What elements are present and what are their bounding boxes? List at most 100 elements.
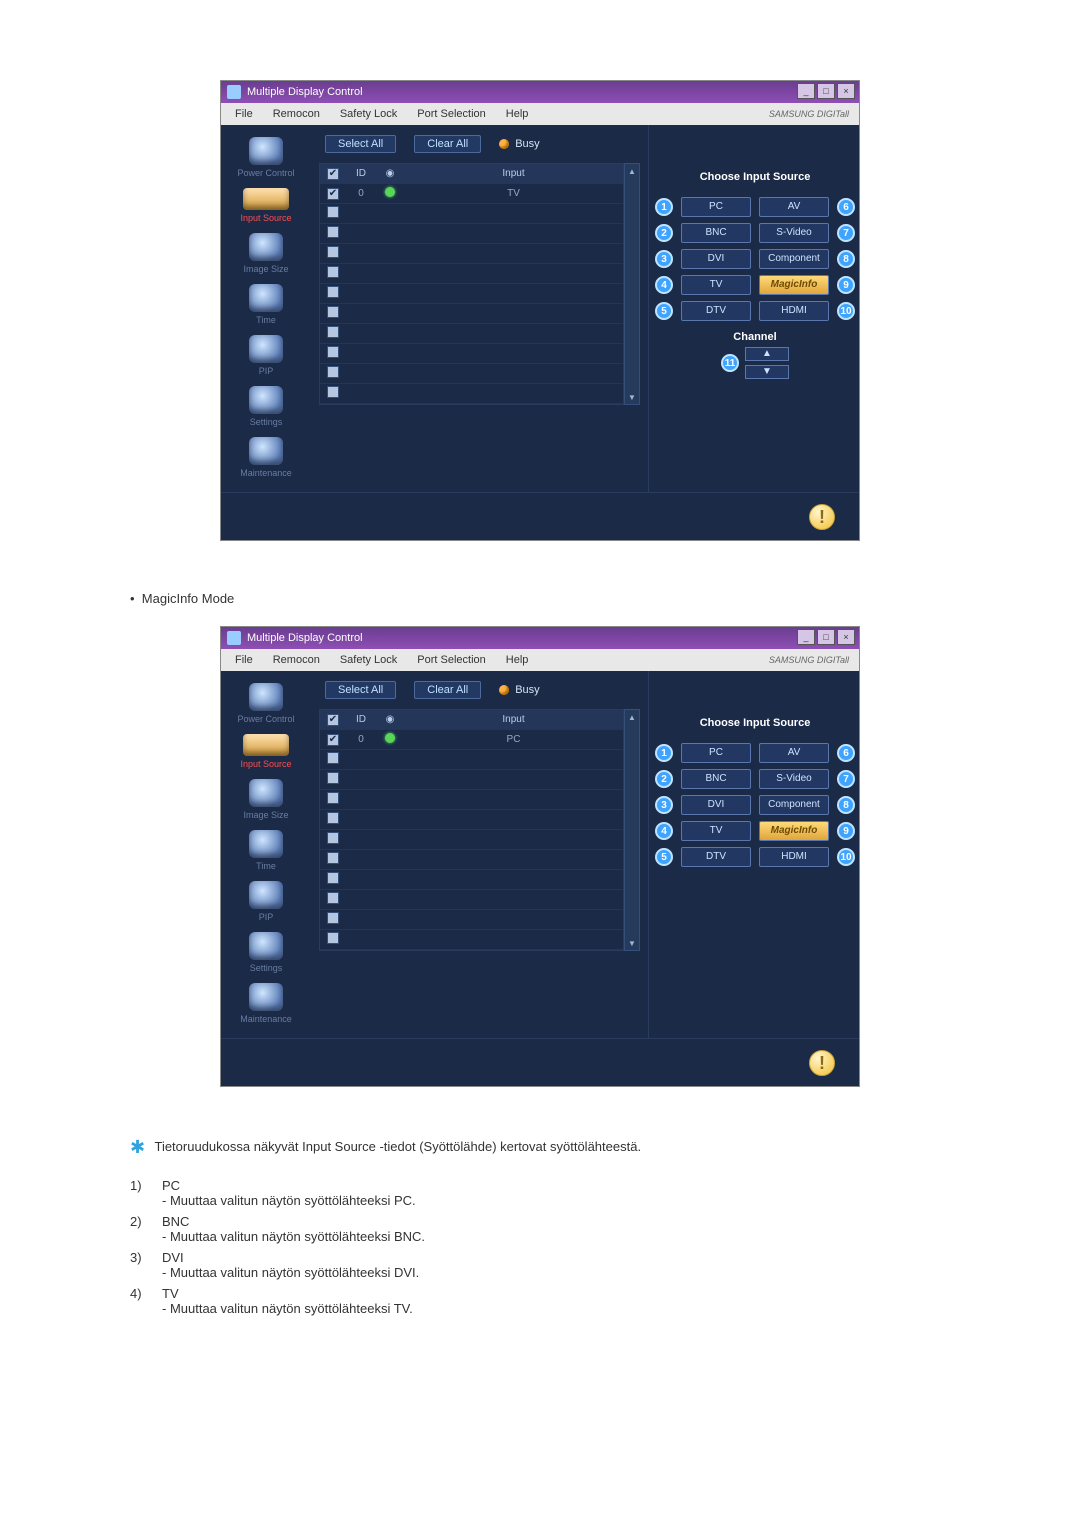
- menu-remocon[interactable]: Remocon: [263, 108, 330, 120]
- source-hdmi-button[interactable]: HDMI: [759, 301, 829, 321]
- row-checkbox[interactable]: [327, 286, 339, 298]
- table-row[interactable]: 0 TV: [320, 184, 623, 204]
- menu-port-selection[interactable]: Port Selection: [407, 654, 495, 666]
- table-scrollbar[interactable]: ▲ ▼: [624, 709, 640, 951]
- row-checkbox[interactable]: [327, 326, 339, 338]
- scroll-down-icon[interactable]: ▼: [625, 390, 639, 404]
- table-row[interactable]: [320, 790, 623, 810]
- source-pc-button[interactable]: PC: [681, 197, 751, 217]
- table-row[interactable]: [320, 304, 623, 324]
- table-row[interactable]: [320, 264, 623, 284]
- source-hdmi-button[interactable]: HDMI: [759, 847, 829, 867]
- row-checkbox[interactable]: [327, 932, 339, 944]
- sidebar-item-power-control[interactable]: Power Control: [221, 677, 311, 728]
- menu-help[interactable]: Help: [496, 654, 539, 666]
- table-row[interactable]: [320, 930, 623, 950]
- table-row[interactable]: [320, 890, 623, 910]
- menu-port-selection[interactable]: Port Selection: [407, 108, 495, 120]
- table-row[interactable]: [320, 384, 623, 404]
- channel-up-button[interactable]: ▲: [745, 347, 789, 361]
- header-checkbox[interactable]: [327, 168, 339, 180]
- minimize-button[interactable]: _: [797, 629, 815, 645]
- table-row[interactable]: [320, 770, 623, 790]
- channel-down-button[interactable]: ▼: [745, 365, 789, 379]
- sidebar-item-pip[interactable]: PIP: [221, 329, 311, 380]
- header-checkbox[interactable]: [327, 714, 339, 726]
- source-tv-button[interactable]: TV: [681, 275, 751, 295]
- source-svideo-button[interactable]: S-Video: [759, 223, 829, 243]
- row-checkbox[interactable]: [327, 246, 339, 258]
- table-row[interactable]: [320, 224, 623, 244]
- row-checkbox[interactable]: [327, 912, 339, 924]
- sidebar-item-input-source[interactable]: Input Source: [221, 728, 311, 773]
- sidebar-item-input-source[interactable]: Input Source: [221, 182, 311, 227]
- row-checkbox[interactable]: [327, 266, 339, 278]
- menu-file[interactable]: File: [225, 654, 263, 666]
- table-row[interactable]: [320, 244, 623, 264]
- table-row[interactable]: [320, 284, 623, 304]
- maximize-button[interactable]: □: [817, 629, 835, 645]
- select-all-button[interactable]: Select All: [325, 681, 396, 699]
- row-checkbox[interactable]: [327, 832, 339, 844]
- menu-safety-lock[interactable]: Safety Lock: [330, 108, 407, 120]
- table-row[interactable]: [320, 910, 623, 930]
- source-svideo-button[interactable]: S-Video: [759, 769, 829, 789]
- table-row[interactable]: [320, 324, 623, 344]
- table-row[interactable]: [320, 364, 623, 384]
- scroll-up-icon[interactable]: ▲: [625, 164, 639, 178]
- row-checkbox[interactable]: [327, 734, 339, 746]
- row-checkbox[interactable]: [327, 852, 339, 864]
- clear-all-button[interactable]: Clear All: [414, 681, 481, 699]
- menu-safety-lock[interactable]: Safety Lock: [330, 654, 407, 666]
- sidebar-item-power-control[interactable]: Power Control: [221, 131, 311, 182]
- table-row[interactable]: [320, 870, 623, 890]
- sidebar-item-time[interactable]: Time: [221, 824, 311, 875]
- source-pc-button[interactable]: PC: [681, 743, 751, 763]
- table-row[interactable]: [320, 830, 623, 850]
- source-dtv-button[interactable]: DTV: [681, 301, 751, 321]
- source-av-button[interactable]: AV: [759, 743, 829, 763]
- table-row[interactable]: [320, 344, 623, 364]
- close-button[interactable]: ×: [837, 83, 855, 99]
- minimize-button[interactable]: _: [797, 83, 815, 99]
- source-bnc-button[interactable]: BNC: [681, 223, 751, 243]
- row-checkbox[interactable]: [327, 346, 339, 358]
- source-magicinfo-button[interactable]: MagicInfo: [759, 275, 829, 295]
- sidebar-item-maintenance[interactable]: Maintenance: [221, 977, 311, 1028]
- table-scrollbar[interactable]: ▲ ▼: [624, 163, 640, 405]
- row-checkbox[interactable]: [327, 892, 339, 904]
- source-dtv-button[interactable]: DTV: [681, 847, 751, 867]
- menu-remocon[interactable]: Remocon: [263, 654, 330, 666]
- sidebar-item-pip[interactable]: PIP: [221, 875, 311, 926]
- maximize-button[interactable]: □: [817, 83, 835, 99]
- row-checkbox[interactable]: [327, 386, 339, 398]
- sidebar-item-image-size[interactable]: Image Size: [221, 773, 311, 824]
- table-row[interactable]: [320, 204, 623, 224]
- row-checkbox[interactable]: [327, 872, 339, 884]
- row-checkbox[interactable]: [327, 188, 339, 200]
- row-checkbox[interactable]: [327, 366, 339, 378]
- row-checkbox[interactable]: [327, 206, 339, 218]
- row-checkbox[interactable]: [327, 226, 339, 238]
- scroll-down-icon[interactable]: ▼: [625, 936, 639, 950]
- sidebar-item-settings[interactable]: Settings: [221, 380, 311, 431]
- row-checkbox[interactable]: [327, 792, 339, 804]
- close-button[interactable]: ×: [837, 629, 855, 645]
- sidebar-item-settings[interactable]: Settings: [221, 926, 311, 977]
- table-row[interactable]: [320, 750, 623, 770]
- row-checkbox[interactable]: [327, 306, 339, 318]
- table-row[interactable]: [320, 850, 623, 870]
- table-row[interactable]: 0 PC: [320, 730, 623, 750]
- sidebar-item-image-size[interactable]: Image Size: [221, 227, 311, 278]
- source-av-button[interactable]: AV: [759, 197, 829, 217]
- source-component-button[interactable]: Component: [759, 249, 829, 269]
- clear-all-button[interactable]: Clear All: [414, 135, 481, 153]
- source-component-button[interactable]: Component: [759, 795, 829, 815]
- row-checkbox[interactable]: [327, 752, 339, 764]
- row-checkbox[interactable]: [327, 812, 339, 824]
- select-all-button[interactable]: Select All: [325, 135, 396, 153]
- sidebar-item-maintenance[interactable]: Maintenance: [221, 431, 311, 482]
- source-dvi-button[interactable]: DVI: [681, 795, 751, 815]
- source-bnc-button[interactable]: BNC: [681, 769, 751, 789]
- menu-file[interactable]: File: [225, 108, 263, 120]
